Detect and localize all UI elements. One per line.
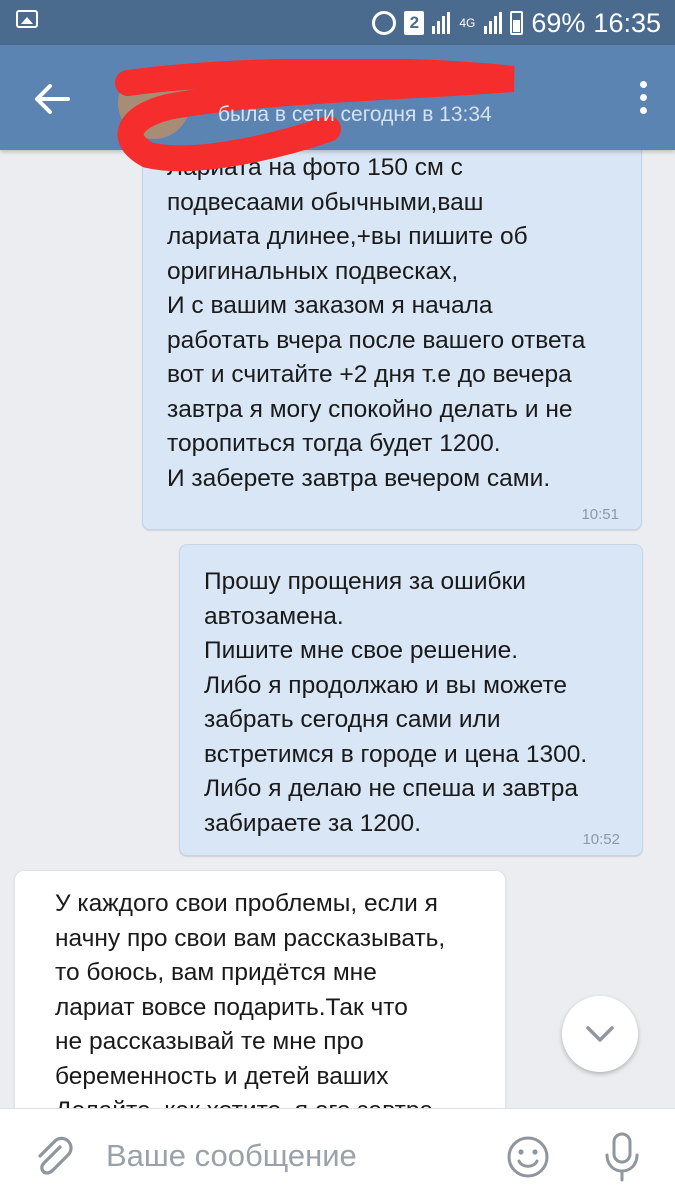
chat-header: была в сети сегодня в 13:34 (0, 45, 675, 172)
message-line: лариата длинее,+вы пишите об (167, 223, 528, 250)
message-line: Прошу прощения за ошибки (204, 568, 526, 595)
message-line: И с вашим заказом я начала (167, 292, 493, 319)
message-line: Либо я делаю не спеша и завтра (204, 775, 579, 802)
message-line: не рассказывай те мне про (55, 1028, 364, 1055)
message-line: лариат вовсе подарить.Так что (55, 993, 408, 1021)
message-line: вот и считайте +2 дня т.е до вечера (167, 361, 572, 388)
message-line: встретимся в городе и цена 1300. (204, 740, 588, 768)
message-text: Прошу прощения за ошибки автозамена. Пиш… (204, 565, 622, 841)
battery-percent: 69% (531, 7, 586, 38)
back-arrow-icon (35, 84, 70, 114)
message-text: У каждого свои проблемы, если я начну пр… (55, 887, 485, 1129)
more-vertical-icon (635, 81, 651, 114)
message-bubble-outgoing[interactable]: Прошу прощения за ошибки автозамена. Пиш… (179, 544, 643, 856)
sim-badge: 2 (404, 11, 425, 35)
status-bar: 2 4G 69% 16:35 (0, 0, 675, 45)
message-line: торопиться тогда будет 1200. (167, 430, 501, 457)
message-bubble-outgoing[interactable]: Лариата на фото 150 см с подвесаами обыч… (142, 120, 642, 530)
more-options-button[interactable] (635, 81, 651, 121)
message-bubble-incoming[interactable]: У каждого свои проблемы, если я начну пр… (14, 870, 506, 1130)
chevron-down-icon (586, 1026, 614, 1042)
signal-icon (484, 12, 503, 34)
smile-icon (507, 1136, 549, 1178)
message-line: забираете за 1200. (204, 809, 421, 837)
message-input[interactable] (106, 1135, 486, 1177)
message-text: Лариата на фото 150 см с подвесаами обыч… (167, 151, 621, 496)
message-line: У каждого свои проблемы, если я (55, 890, 438, 917)
message-composer (0, 1108, 675, 1200)
message-line: Пишите мне свое решение. (204, 637, 519, 664)
message-time: 10:51 (581, 506, 619, 523)
message-line: работать вчера после вашего ответа (167, 326, 586, 354)
battery-icon (510, 11, 524, 35)
attach-button[interactable] (30, 1133, 76, 1179)
scroll-to-bottom-button[interactable] (562, 996, 638, 1072)
message-line: автозамена. (204, 602, 344, 630)
alarm-icon (372, 11, 397, 35)
status-time: 16:35 (593, 7, 661, 38)
network-type-label: 4G (459, 16, 476, 30)
signal-icon (432, 12, 451, 34)
message-line: беременность и детей ваших (55, 1062, 389, 1090)
microphone-icon (605, 1132, 639, 1182)
message-line: оригинальных подвесках, (167, 257, 459, 285)
gallery-icon (16, 10, 38, 28)
message-line: Либо я продолжаю и вы можете (204, 671, 568, 699)
message-line: подвесаами обычными,ваш (167, 188, 484, 216)
paperclip-icon (38, 1136, 73, 1175)
message-line: начну про свои вам рассказывать, (55, 924, 446, 952)
back-button[interactable] (28, 75, 76, 123)
message-line: забрать сегодня сами или (204, 706, 501, 733)
message-time: 10:52 (582, 831, 620, 848)
last-seen-status: была в сети сегодня в 13:34 (218, 103, 492, 126)
message-line: то боюсь, вам придётся мне (55, 959, 377, 986)
voice-message-button[interactable] (600, 1131, 644, 1183)
message-line: завтра я могу спокойно делать и не (167, 395, 573, 423)
status-bar-indicators: 2 4G 69% 16:35 (372, 6, 661, 40)
message-line: И заберете завтра вечером сами. (167, 464, 551, 492)
emoji-button[interactable] (506, 1135, 550, 1179)
